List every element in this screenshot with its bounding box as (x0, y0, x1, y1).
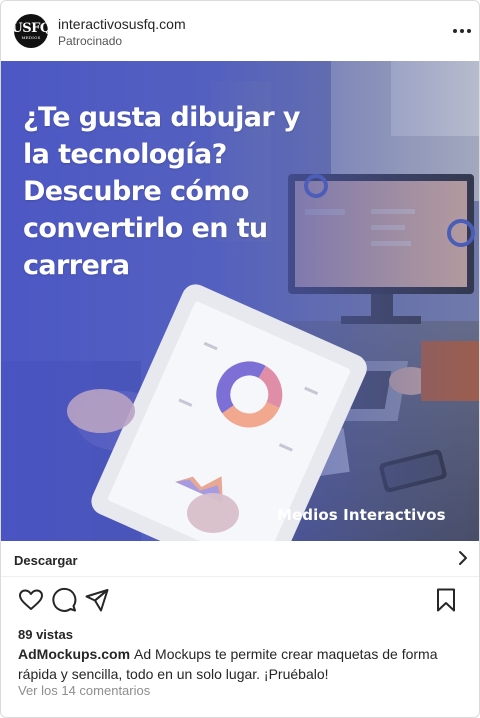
ad-headline-line: carrera (23, 250, 130, 281)
view-comments-link[interactable]: Ver los 14 comentarios (18, 683, 150, 698)
views-count: 89 vistas (18, 627, 73, 642)
ad-headline: ¿Te gusta dibujar y la tecnología? Descu… (23, 99, 353, 284)
ad-brand-tag: Medios Interactivos (277, 506, 446, 524)
cta-bar[interactable]: Descargar (1, 541, 479, 577)
more-options-icon[interactable] (449, 21, 475, 41)
account-username[interactable]: interactivosusfq.com (58, 16, 186, 32)
ad-headline-line: Descubre cómo (23, 176, 249, 207)
bookmark-icon[interactable] (433, 587, 459, 613)
avatar[interactable]: USFQ MEDIOS (14, 14, 48, 48)
ad-headline-line: ¿Te gusta dibujar y (23, 102, 300, 133)
avatar-logo-text: USFQ (14, 21, 48, 36)
ad-headline-line: la tecnología? (23, 139, 227, 170)
chevron-right-icon[interactable] (454, 549, 472, 567)
ad-image[interactable]: ¿Te gusta dibujar y la tecnología? Descu… (1, 61, 479, 541)
send-icon[interactable] (84, 587, 110, 613)
post-caption: AdMockups.com Ad Mockups te permite crear… (18, 644, 458, 684)
ad-headline-line: convertirlo en tu (23, 213, 268, 244)
post-actions (1, 585, 479, 617)
caption-username[interactable]: AdMockups.com (18, 646, 130, 662)
cta-download-button[interactable]: Descargar (14, 553, 78, 568)
comment-icon[interactable] (51, 587, 77, 613)
sponsored-post: USFQ MEDIOS interactivosusfq.com Patroci… (0, 0, 480, 718)
sponsored-label: Patrocinado (58, 34, 123, 48)
avatar-logo-subtext: MEDIOS (21, 35, 41, 40)
post-header: USFQ MEDIOS interactivosusfq.com Patroci… (1, 1, 479, 61)
heart-icon[interactable] (18, 587, 44, 613)
